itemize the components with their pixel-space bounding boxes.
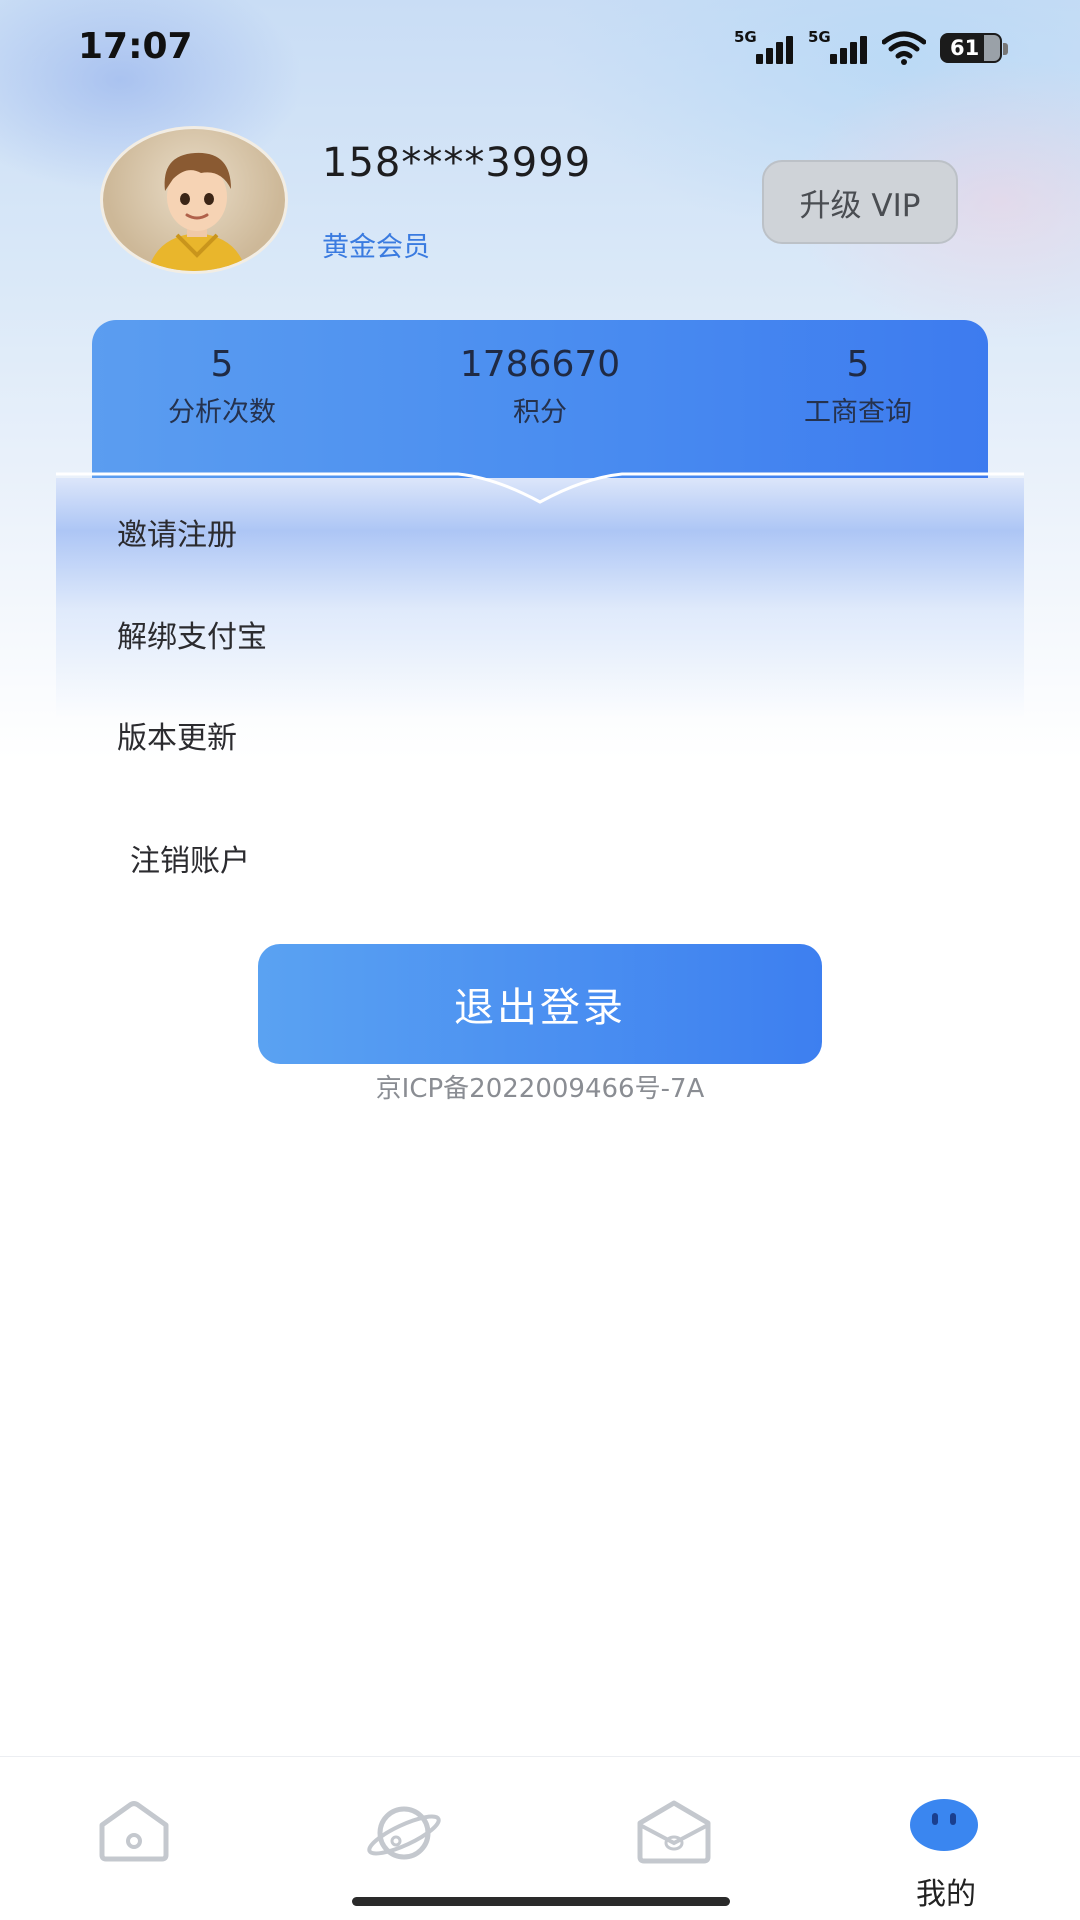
stat-value: 1786670 [459,344,621,385]
status-icons: 5G 5G 61 [734,28,1008,66]
stat-points[interactable]: 1786670 积分 [410,344,670,429]
cellular-signal-icon: 5G [734,28,794,66]
stat-value: 5 [846,344,870,385]
menu-item-unbind-alipay[interactable]: 解绑支付宝 [117,612,617,662]
stat-business-query[interactable]: 5 工商查询 [728,344,988,429]
menu-item-version-update[interactable]: 版本更新 [117,713,617,763]
menu-item-cancel-account[interactable]: 注销账户 [130,836,630,886]
battery-icon: 61 [940,33,1008,63]
stat-label: 分析次数 [168,397,276,428]
avatar-illustration [148,152,246,271]
member-level: 黄金会员 [322,232,430,263]
tab-mine-label: 我的 [916,1877,976,1912]
stats-card: 5 分析次数 1786670 积分 5 工商查询 [92,320,988,480]
user-phone: 158****3999 [322,140,592,186]
home-icon [99,1801,169,1862]
status-bar: 17:07 5G 5G 61 [0,0,1080,100]
wifi-icon [882,31,926,65]
avatar[interactable] [100,126,288,274]
upgrade-vip-button[interactable]: 升级 VIP [762,160,958,244]
status-time: 17:07 [78,26,193,67]
cellular-signal-icon: 5G [808,28,868,66]
stat-analysis-count[interactable]: 5 分析次数 [92,344,352,429]
stat-label: 积分 [513,397,567,428]
home-indicator [352,1897,730,1906]
icp-license: 京ICP备2022009466号-7A [375,1074,705,1104]
card-divider-notch [56,472,1024,504]
tab-home[interactable] [84,1797,184,1897]
tab-bar: 我的 [0,1756,1080,1920]
stat-label: 工商查询 [804,397,912,428]
package-icon [637,1800,711,1864]
face-icon [910,1799,978,1851]
tab-tools[interactable] [624,1797,724,1897]
stat-value: 5 [210,344,234,385]
logout-button[interactable]: 退出登录 [258,944,822,1064]
tab-discover[interactable] [354,1797,454,1897]
tab-mine[interactable]: 我的 [896,1797,996,1912]
menu-item-invite[interactable]: 邀请注册 [117,510,617,560]
planet-icon [367,1806,441,1860]
